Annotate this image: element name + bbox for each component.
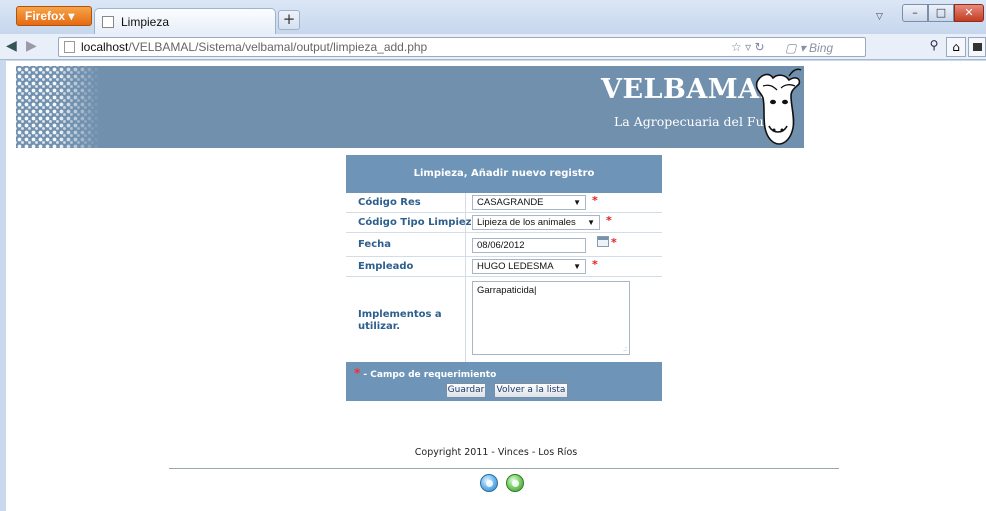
site-banner: VELBAMAL La Agropecuaria del Futuro.: [16, 66, 804, 148]
chevron-down-icon: ▼: [573, 198, 581, 207]
bookmark-star-icon[interactable]: ☆ ▿ ↻: [731, 38, 765, 56]
required-marker: *: [611, 236, 617, 249]
search-icon[interactable]: ⚲: [924, 38, 944, 56]
codigo-res-label: Código Res: [358, 197, 421, 208]
firefox-menu-button[interactable]: Firefox ▾: [16, 6, 92, 26]
url-path: /VELBAMAL/Sistema/velbamal/output/limpie…: [128, 40, 428, 54]
required-note-text: - Campo de requerimiento: [360, 370, 497, 380]
empleado-select[interactable]: HUGO LEDESMA ▼: [472, 259, 586, 274]
icon-highlight: [486, 480, 493, 487]
back-arrow-icon[interactable]: ◀: [6, 38, 17, 54]
pattern-fade: [56, 66, 100, 148]
navigation-bar: ◀ ▶ localhost/VELBAMAL/Sistema/velbamal/…: [0, 34, 986, 60]
implementos-value: Garrapaticida: [477, 285, 535, 296]
row-divider: [465, 257, 466, 276]
calendar-icon[interactable]: [597, 236, 609, 247]
fecha-label: Fecha: [358, 239, 392, 250]
empleado-label: Empleado: [358, 261, 414, 272]
add-record-form: Limpieza, Añadir nuevo registro Código R…: [346, 155, 662, 401]
fecha-input[interactable]: 08/06/2012: [472, 238, 586, 253]
chevron-down-icon: ▼: [587, 218, 595, 227]
url-host: localhost: [81, 40, 129, 54]
codigo-tipo-label: Código Tipo Limpieza: [358, 217, 479, 228]
back-nav-icon[interactable]: [480, 474, 498, 492]
cow-head-logo: [755, 68, 802, 145]
new-tab-button[interactable]: +: [278, 10, 300, 30]
row-divider: [465, 233, 466, 256]
codigo-tipo-select[interactable]: Lipieza de los animales ▼: [472, 215, 600, 230]
home-icon[interactable]: ⌂: [946, 37, 966, 57]
search-box[interactable]: ▢ ▾ Bing: [785, 39, 865, 55]
required-note: * - Campo de requerimiento: [354, 366, 496, 380]
implementos-label: Implementos a utilizar.: [358, 309, 442, 332]
copyright-text: Copyright 2011 - Vinces - Los Ríos: [414, 447, 578, 458]
row-codigo-res: Código Res CASAGRANDE ▼ *: [346, 193, 662, 213]
required-marker: *: [592, 194, 598, 207]
extension-button[interactable]: [968, 37, 986, 57]
footer-divider: [169, 468, 839, 469]
empleado-value: HUGO LEDESMA: [477, 261, 554, 272]
tab-limpieza[interactable]: Limpieza: [94, 8, 276, 34]
row-implementos: Implementos a utilizar. Garrapaticida| .…: [346, 277, 662, 362]
row-divider: [465, 277, 466, 362]
tab-title: Limpieza: [121, 15, 170, 29]
page-content: VELBAMAL La Agropecuaria del Futuro. Lim…: [6, 61, 986, 511]
search-engine-icon: ▢ ▾: [785, 41, 810, 55]
required-marker: *: [606, 214, 612, 227]
tab-list-dropdown-icon[interactable]: ▽: [876, 12, 883, 22]
search-placeholder: Bing: [809, 41, 834, 55]
icon-highlight: [512, 480, 519, 487]
form-title: Limpieza, Añadir nuevo registro: [346, 155, 662, 193]
row-divider: [465, 193, 466, 212]
codigo-res-select[interactable]: CASAGRANDE ▼: [472, 195, 586, 210]
back-to-list-button[interactable]: Volver a la lista: [494, 383, 568, 398]
codigo-res-value: CASAGRANDE: [477, 197, 544, 208]
title-bar: Firefox ▾ Limpieza + ▽ – □ ✕: [0, 0, 986, 34]
implementos-textarea[interactable]: Garrapaticida| .:: [472, 281, 630, 355]
row-fecha: Fecha 08/06/2012 *: [346, 233, 662, 257]
browser-window: Firefox ▾ Limpieza + ▽ – □ ✕ ◀ ▶ localho…: [0, 0, 986, 511]
page-icon: [102, 16, 114, 28]
form-footer: * - Campo de requerimiento Guardar Volve…: [346, 362, 662, 401]
firefox-menu-label: Firefox: [25, 9, 66, 23]
codigo-tipo-value: Lipieza de los animales: [477, 217, 576, 228]
minimize-button[interactable]: –: [902, 4, 928, 22]
chevron-down-icon: ▼: [573, 262, 581, 271]
row-codigo-tipo: Código Tipo Limpieza Lipieza de los anim…: [346, 213, 662, 233]
resize-grip-icon[interactable]: .:: [623, 346, 627, 353]
row-empleado: Empleado HUGO LEDESMA ▼ *: [346, 257, 662, 277]
row-divider: [465, 213, 466, 232]
close-window-button[interactable]: ✕: [954, 4, 984, 22]
maximize-button[interactable]: □: [928, 4, 954, 22]
url-bar[interactable]: localhost/VELBAMAL/Sistema/velbamal/outp…: [58, 37, 866, 57]
required-marker: *: [592, 258, 598, 271]
save-button[interactable]: Guardar: [446, 383, 486, 398]
forward-arrow-icon[interactable]: ▶: [26, 38, 37, 54]
forward-nav-icon[interactable]: [506, 474, 524, 492]
site-identity-icon[interactable]: [64, 41, 75, 53]
